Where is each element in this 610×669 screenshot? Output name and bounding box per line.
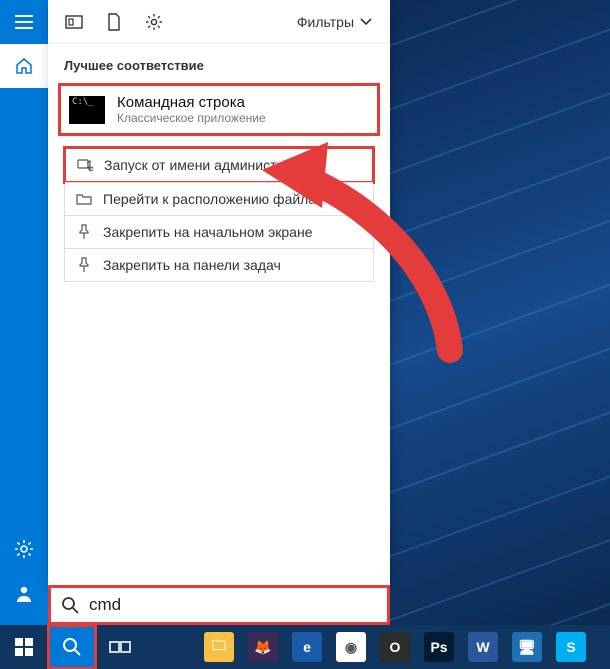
search-input[interactable] bbox=[89, 595, 377, 615]
context-item-label: Запуск от имени администратора bbox=[104, 157, 321, 173]
hamburger-button[interactable] bbox=[0, 0, 48, 44]
best-match-title: Командная строка bbox=[117, 94, 266, 111]
opera-icon[interactable]: O bbox=[380, 632, 410, 662]
context-item-label: Перейти к расположению файла bbox=[103, 191, 316, 207]
documents-scope-icon[interactable] bbox=[94, 0, 134, 44]
apps-scope-icon[interactable] bbox=[54, 0, 94, 44]
context-item-pin-start[interactable]: Закрепить на начальном экране bbox=[65, 215, 373, 248]
search-results-panel: Фильтры Лучшее соответствие C:\_ Командн… bbox=[48, 0, 390, 585]
context-item-admin-shield[interactable]: Запуск от имени администратора bbox=[63, 146, 375, 184]
context-menu: Запуск от имени администратора Перейти к … bbox=[64, 148, 374, 282]
filters-label: Фильтры bbox=[297, 14, 354, 30]
edge-icon[interactable]: e bbox=[292, 632, 322, 662]
context-item-label: Закрепить на начальном экране bbox=[103, 224, 313, 240]
search-box[interactable] bbox=[48, 585, 390, 625]
taskbar-search-button[interactable] bbox=[48, 625, 96, 669]
home-icon[interactable] bbox=[0, 44, 48, 88]
chevron-down-icon bbox=[360, 18, 372, 26]
filters-dropdown[interactable]: Фильтры bbox=[285, 14, 384, 30]
admin-shield-icon bbox=[76, 157, 94, 173]
pin-taskbar-icon bbox=[75, 257, 93, 273]
pin-start-icon bbox=[75, 224, 93, 240]
remote-icon[interactable]: 🖥 bbox=[512, 632, 542, 662]
taskbar: 🗀 🦊 e ◉ O Ps W 🖥 S bbox=[0, 625, 610, 669]
file-explorer-icon[interactable]: 🗀 bbox=[204, 632, 234, 662]
best-match-subtitle: Классическое приложение bbox=[117, 111, 266, 125]
panel-header: Фильтры bbox=[48, 0, 390, 44]
section-best-match-title: Лучшее соответствие bbox=[48, 44, 390, 83]
word-icon[interactable]: W bbox=[468, 632, 498, 662]
user-account-icon[interactable] bbox=[0, 571, 48, 615]
skype-icon[interactable]: S bbox=[556, 632, 586, 662]
start-button[interactable] bbox=[0, 625, 48, 669]
photoshop-icon[interactable]: Ps bbox=[424, 632, 454, 662]
settings-gear-icon[interactable] bbox=[0, 527, 48, 571]
search-icon bbox=[61, 596, 79, 614]
start-left-rail bbox=[0, 0, 48, 625]
context-item-pin-taskbar[interactable]: Закрепить на панели задач bbox=[65, 248, 373, 281]
context-item-label: Закрепить на панели задач bbox=[103, 257, 281, 273]
task-view-button[interactable] bbox=[96, 625, 144, 669]
context-item-folder-open[interactable]: Перейти к расположению файла bbox=[65, 182, 373, 215]
folder-open-icon bbox=[75, 191, 93, 207]
settings-scope-icon[interactable] bbox=[134, 0, 174, 44]
best-match-result[interactable]: C:\_ Командная строка Классическое прило… bbox=[58, 83, 380, 136]
firefox-icon[interactable]: 🦊 bbox=[248, 632, 278, 662]
chrome-icon[interactable]: ◉ bbox=[336, 632, 366, 662]
cmd-thumbnail-icon: C:\_ bbox=[69, 96, 105, 124]
